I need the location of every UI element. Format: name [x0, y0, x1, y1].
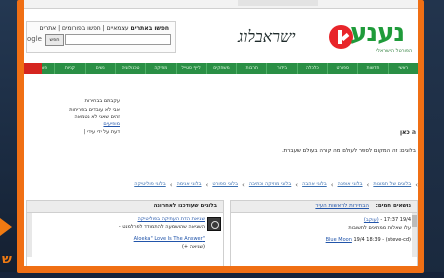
row-user-link[interactable]: (עוקב) [364, 217, 379, 223]
chevron-left-icon: ‹ [205, 181, 209, 189]
row-time: 19/4 17:37 - [380, 217, 411, 223]
list-item: 19/4 17:37 - (עוקב) [364, 217, 411, 223]
category-link[interactable]: בלוגי אהבה [302, 181, 327, 191]
nav-item[interactable]: מוזיקה [145, 63, 175, 74]
blog-link[interactable]: "Aloeka" Love Is The Answer [134, 236, 205, 242]
list-item: Blue Moon 19/4 18:39 - (steve-cd) [326, 237, 411, 243]
scrollbar-track[interactable] [27, 213, 32, 257]
nav-item[interactable]: בידור [266, 63, 296, 74]
nav-item[interactable]: משחקים [205, 63, 236, 74]
logo-wordmark[interactable]: נענע [350, 18, 405, 48]
elections-box: עקבתם בבחירות אבי לא עובדים בפריחות זהים… [24, 98, 144, 158]
nav-item[interactable]: טכנולוגיה [114, 63, 145, 74]
scrollbar-thumb[interactable] [412, 215, 417, 227]
chevron-left-icon: ‹ [330, 181, 334, 189]
search-box: חפשו באתרים עצמאיים | חפשו בפורומים | את… [26, 21, 176, 53]
blog-link[interactable]: שגיאת הדת העתיקה בפוליטיקה [137, 216, 205, 222]
logo-tagline[interactable]: ישראבלוג [238, 27, 296, 47]
latest-blogs-box: בלוגים שעודכנו לאחרונה שגיאת הדת העתיקה … [26, 200, 224, 266]
elections-footer: דעת על ידי עידי | [83, 129, 120, 135]
row-title-link[interactable]: Blue Moon [326, 237, 352, 243]
search-input[interactable] [65, 34, 171, 45]
logo-subtitle: הפורטל הישראלי [376, 48, 413, 54]
hot-topics-header: נושאים חמים: הבחירות לראשות העיר [231, 201, 417, 213]
nav-item[interactable]: לייף סטייל [175, 63, 206, 74]
search-label-rest: עצמאיים | חפשו בפורומים | אתרים [39, 25, 131, 32]
chevron-left-icon: ‹ [295, 181, 299, 189]
chevron-left-icon: ‹ [366, 181, 370, 189]
category-link[interactable]: בלוגי אופנה [338, 181, 363, 191]
category-links: ‹ בלוגים של תמונות ‹ בלוגי אופנה ‹ בלוגי… [32, 181, 418, 191]
nav-red-tab[interactable] [24, 63, 42, 74]
row-text: עלו שאלות ממתינים לתשובות [348, 225, 411, 231]
hot-topics-box: נושאים חמים: הבחירות לראשות העיר 19/4 17… [230, 200, 418, 266]
nav-item[interactable]: ספורט [327, 63, 357, 74]
blog-avatar-icon[interactable] [207, 217, 221, 231]
section-subtitle: בלוגים: זה המקום לספר לעולם מה קורה בעול… [281, 148, 416, 154]
elections-line: אבי לא עובדים בפריחות [69, 107, 120, 113]
section-heading: ה כאן [399, 129, 416, 136]
chevron-left-icon: ‹ [169, 181, 173, 189]
category-link[interactable]: בלוגי מוזיקה וכתיבה [249, 181, 291, 191]
category-link[interactable]: בלוגי ספורט [212, 181, 238, 191]
side-glyph: ש [2, 252, 12, 267]
nav-item[interactable]: ראשי [387, 63, 418, 74]
row-user[interactable]: (steve-cd) [386, 237, 411, 243]
nav-item[interactable]: חדשות [357, 63, 387, 74]
nav-item[interactable]: תרבות [236, 63, 266, 74]
elections-link[interactable]: מופיעים [103, 121, 120, 127]
category-link[interactable]: בלוגים של תמונות [373, 181, 411, 191]
top-strip [24, 0, 418, 9]
nav-item[interactable]: כלכלה [296, 63, 327, 74]
top-strip-ad [238, 0, 318, 6]
chevron-left-icon: ‹ [415, 181, 418, 189]
category-link[interactable]: בלוגי פוליטיקה [134, 181, 165, 191]
elections-line: זהים שאני לא נטמאה [74, 114, 120, 120]
blog-text: השגיאה שהושמעה להתמודד לפרלמנט - [118, 224, 205, 230]
latest-blogs-header: בלוגים שעודכנו לאחרונה [27, 201, 223, 213]
list-item: "Aloeka" Love Is The Answer [134, 236, 205, 242]
latest-blogs-title: בלוגים שעודכנו לאחרונה [153, 203, 217, 209]
blog-text: (שגיאה +) [181, 244, 205, 250]
search-label: חפשו באתרים עצמאיים | חפשו בפורומים | את… [40, 25, 170, 32]
nav-item[interactable]: קניות [54, 63, 84, 74]
category-link[interactable]: בלוגי אנימה [177, 181, 202, 191]
search-label-bold: חפשו באתרים [130, 25, 169, 32]
nav-item[interactable]: נשים [84, 63, 115, 74]
row-time: 19/4 18:39 - [353, 237, 385, 243]
search-button[interactable]: חפש [45, 34, 64, 46]
chevron-left-icon: ‹ [242, 181, 245, 189]
search-provider-logo: ogle [27, 35, 42, 43]
background-right-panel [424, 0, 444, 278]
elections-title: עקבתם בבחירות [84, 98, 120, 104]
main-navbar: ראשי חדשות ספורט כלכלה בידור תרבות משחקי… [24, 63, 418, 74]
hot-topics-title: נושאים חמים: [375, 203, 411, 209]
webpage-screenshot: חפשו באתרים עצמאיים | חפשו בפורומים | את… [24, 0, 418, 266]
hot-topics-link[interactable]: הבחירות לראשות העיר [315, 203, 369, 209]
